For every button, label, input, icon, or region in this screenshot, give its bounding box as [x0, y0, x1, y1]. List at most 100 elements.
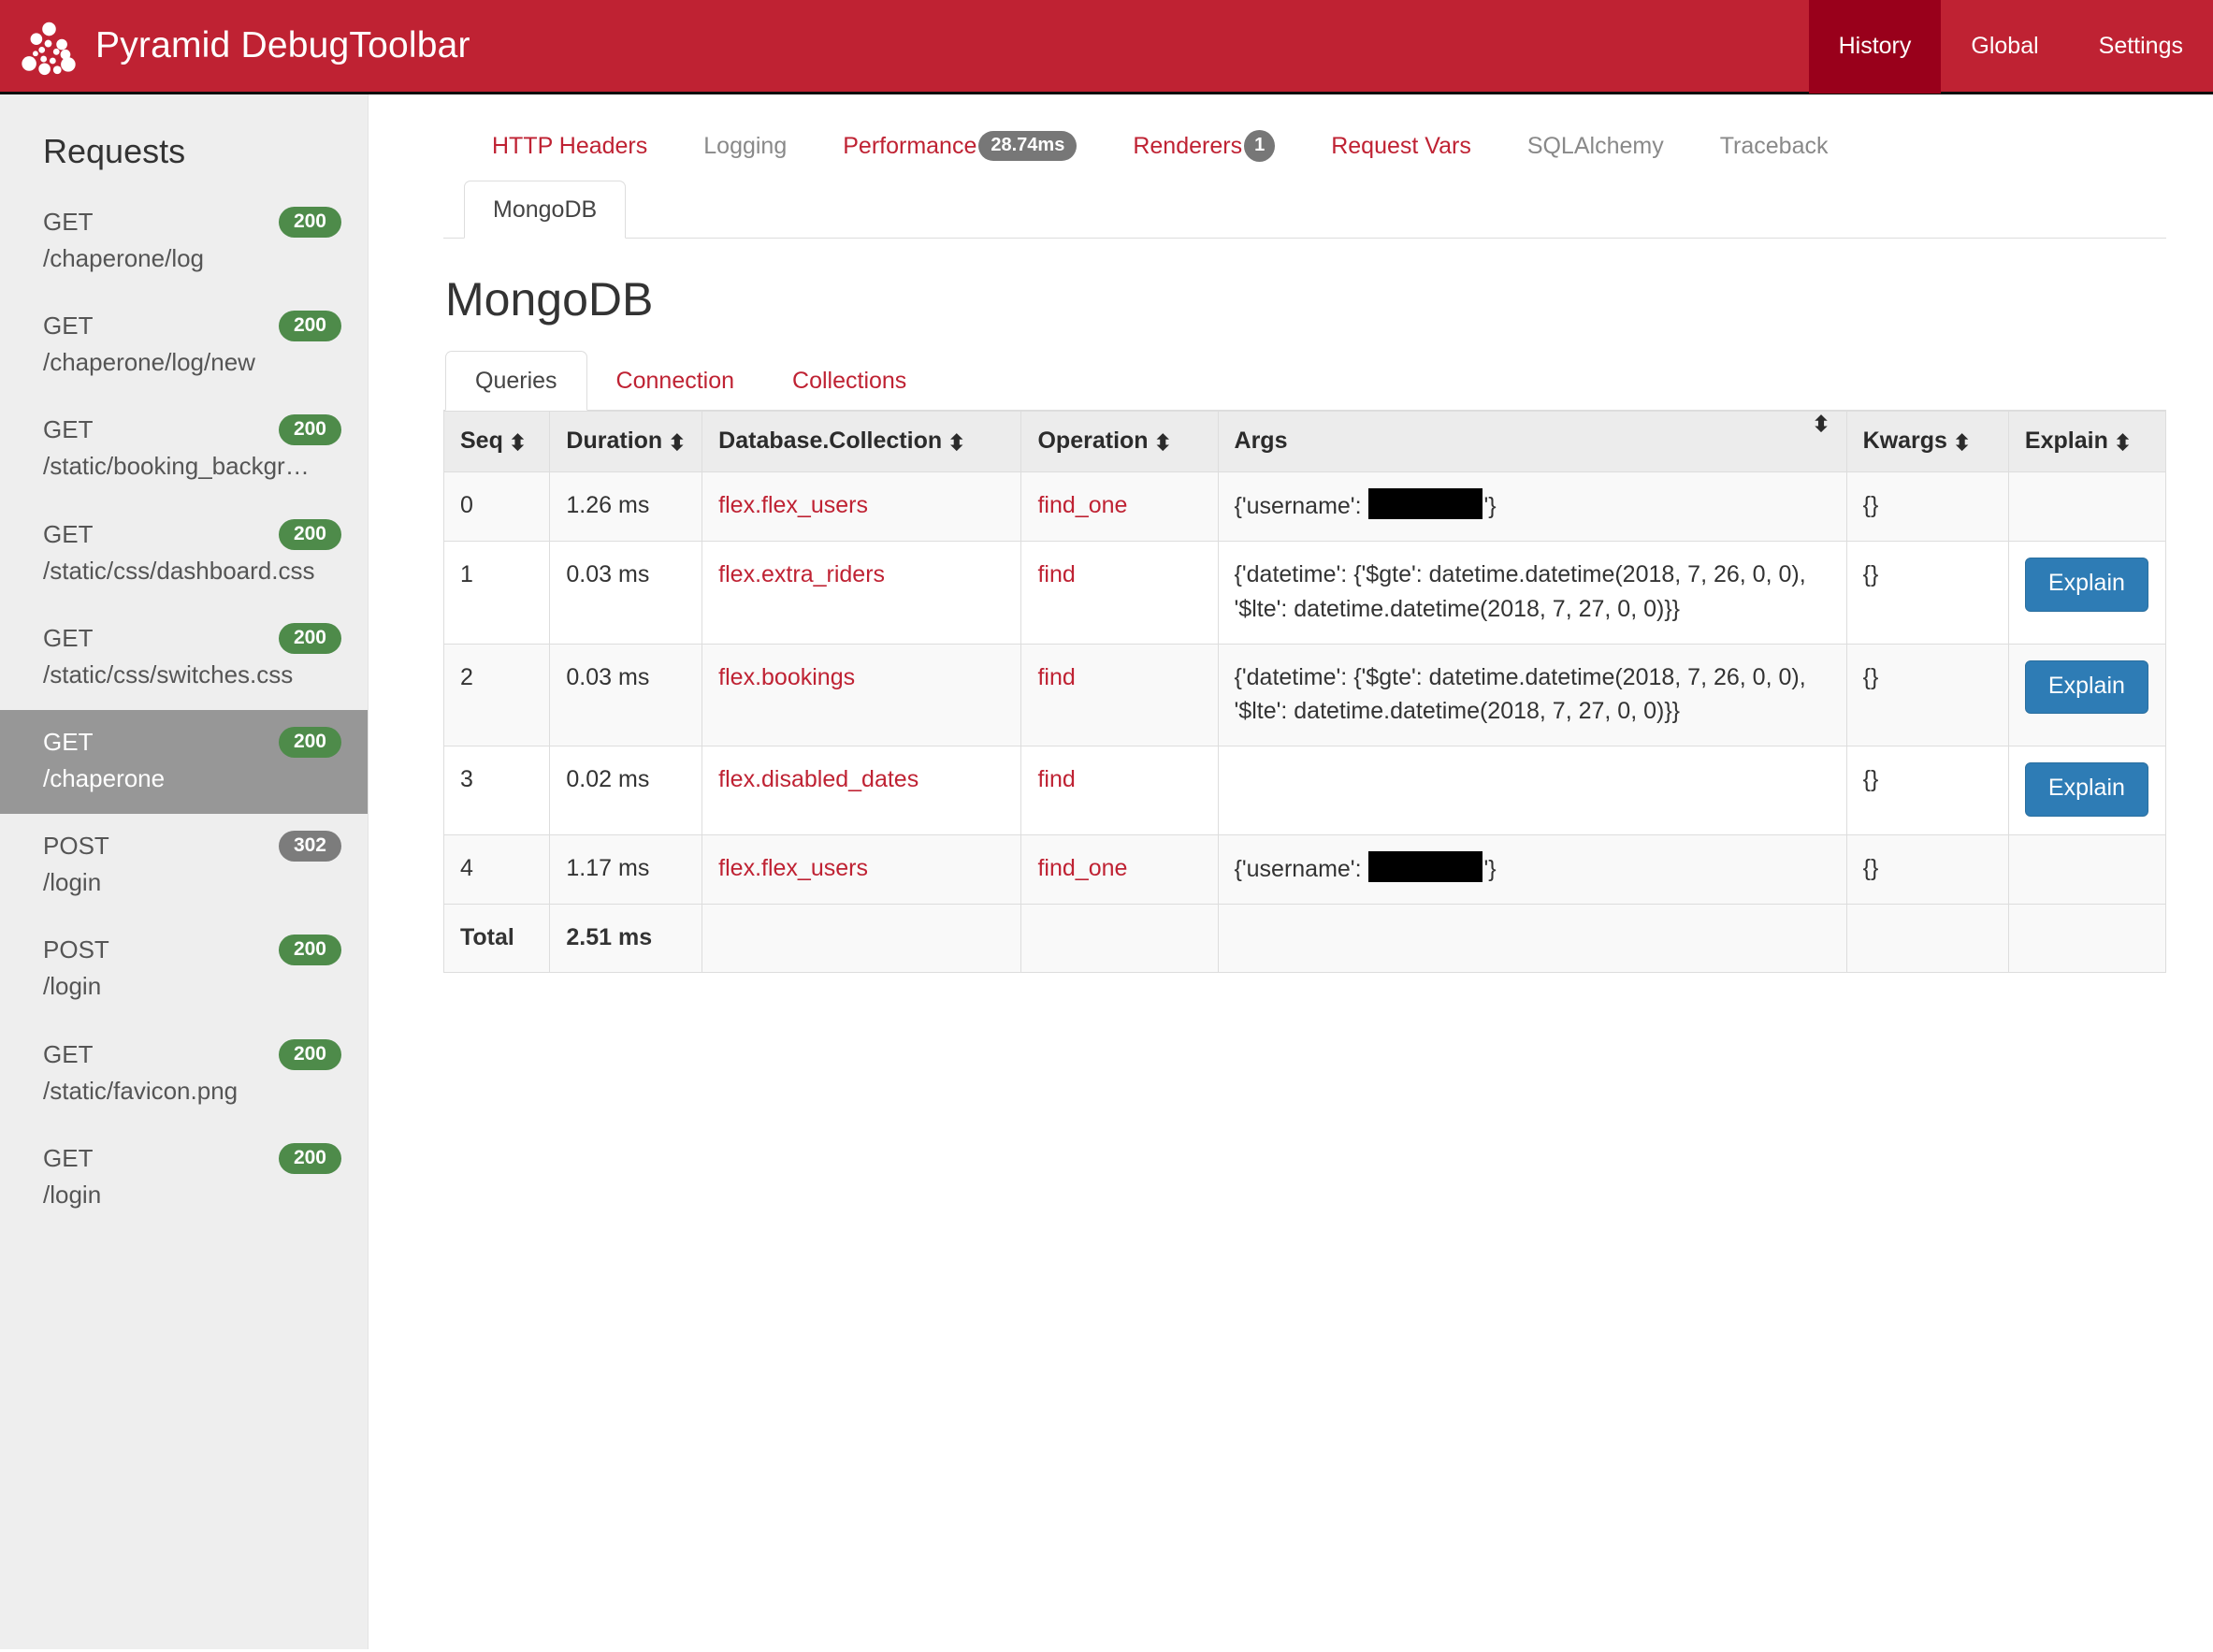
cell-args: {'username': '} — [1217, 833, 1847, 906]
cell-kwargs: {} — [1845, 541, 2009, 645]
sidebar-title: Requests — [43, 132, 186, 170]
request-method: GET — [43, 415, 94, 444]
table-row: 0 1.26 ms flex.flex_users find_one {'use… — [442, 471, 2167, 543]
requests-sidebar: Requests GET 200 /chaperone/log GET 200 … — [0, 94, 369, 1649]
request-path: /static/booking_backgr… — [43, 452, 310, 481]
cell-args — [1217, 746, 1847, 835]
cell-seq: 2 — [442, 643, 551, 747]
request-item-6[interactable]: POST 302 /login — [0, 814, 368, 918]
request-path: /static/css/dashboard.css — [43, 556, 315, 585]
args-prefix: {'username': — [1234, 855, 1368, 882]
nav-history[interactable]: History — [1808, 0, 1942, 94]
cell-duration: 1.26 ms — [549, 471, 703, 543]
tab-collections[interactable]: Collections — [763, 352, 935, 410]
queries-table: Seq ⬍ Duration ⬍ Database.Collection ⬍ Oper… — [442, 411, 2167, 974]
status-badge: 200 — [278, 414, 341, 446]
request-item-2[interactable]: GET 200 /static/booking_backgr… — [0, 398, 368, 501]
cell-kwargs: {} — [1845, 471, 2009, 543]
explain-button[interactable]: Explain — [2024, 659, 2148, 715]
collection-link[interactable]: flex.extra_riders — [718, 561, 885, 587]
tab-connection[interactable]: Connection — [587, 352, 763, 410]
sort-icon[interactable]: ⬍ — [1953, 432, 1971, 454]
cell-explain: Explain — [2007, 541, 2167, 645]
cell-total-label: Total — [442, 903, 551, 974]
tab-performance[interactable]: Performance 28.74ms — [815, 120, 1105, 172]
status-badge: 200 — [278, 1038, 341, 1070]
tab-mongodb[interactable]: MongoDB — [464, 181, 627, 239]
col-header-explain[interactable]: Explain ⬍ — [2007, 411, 2167, 472]
tab-sqlalchemy[interactable]: SQLAlchemy — [1499, 122, 1692, 171]
cell-collection: flex.flex_users — [702, 471, 1022, 543]
cell-collection: flex.extra_riders — [702, 541, 1022, 645]
request-method: GET — [43, 1143, 94, 1172]
collection-link[interactable]: flex.disabled_dates — [718, 766, 918, 792]
explain-button[interactable]: Explain — [2024, 762, 2148, 817]
request-item-5-selected[interactable]: GET 200 /chaperone — [0, 709, 368, 815]
operation-link[interactable]: find — [1037, 766, 1075, 792]
request-path: /chaperone/log/new — [43, 348, 255, 377]
col-header-kwargs[interactable]: Kwargs ⬍ — [1845, 411, 2009, 472]
tab-queries[interactable]: Queries — [445, 351, 587, 411]
tab-traceback[interactable]: Traceback — [1692, 122, 1857, 171]
redacted-value — [1368, 850, 1483, 882]
request-item-1[interactable]: GET 200 /chaperone/log/new — [0, 294, 368, 398]
tab-request-vars[interactable]: Request Vars — [1303, 122, 1499, 171]
col-header-duration[interactable]: Duration ⬍ — [549, 411, 703, 472]
cell-seq: 3 — [442, 746, 551, 835]
operation-link[interactable]: find — [1037, 664, 1075, 690]
cell-explain — [2007, 471, 2167, 543]
tab-renderers[interactable]: Renderers 1 — [1105, 119, 1303, 173]
col-label-args: Args — [1234, 427, 1288, 454]
request-item-3[interactable]: GET 200 /static/css/dashboard.css — [0, 502, 368, 606]
args-suffix: '} — [1483, 493, 1497, 519]
cell-total-operation — [1020, 903, 1219, 974]
sort-icon[interactable]: ⬍ — [1812, 413, 1830, 435]
request-path: /chaperone/log — [43, 244, 205, 273]
sort-icon[interactable]: ⬍ — [947, 432, 965, 454]
top-nav: History Global Settings — [1808, 0, 2213, 94]
operation-link[interactable]: find — [1037, 561, 1075, 587]
operation-link[interactable]: find_one — [1037, 492, 1127, 518]
sort-icon[interactable]: ⬍ — [668, 432, 686, 454]
col-header-args[interactable]: Args ⬍ — [1217, 411, 1847, 472]
request-item-0[interactable]: GET 200 /chaperone/log — [0, 190, 368, 294]
col-header-seq[interactable]: Seq ⬍ — [442, 411, 551, 472]
cell-kwargs: {} — [1845, 643, 2009, 747]
request-item-7[interactable]: POST 200 /login — [0, 918, 368, 1022]
cell-total-kwargs — [1845, 903, 2009, 974]
col-label-seq: Seq — [460, 427, 503, 454]
queries-table-body: 0 1.26 ms flex.flex_users find_one {'use… — [442, 471, 2167, 974]
request-path: /static/css/switches.css — [43, 659, 294, 688]
request-method: GET — [43, 727, 94, 756]
sort-icon[interactable]: ⬍ — [2114, 432, 2132, 454]
collection-link[interactable]: flex.flex_users — [718, 492, 868, 518]
redacted-value — [1368, 488, 1483, 519]
col-header-operation[interactable]: Operation ⬍ — [1020, 411, 1219, 472]
page-body: Requests GET 200 /chaperone/log GET 200 … — [0, 94, 2213, 1649]
subtab-strip: MongoDB — [443, 181, 2166, 239]
table-header-row: Seq ⬍ Duration ⬍ Database.Collection ⬍ Oper… — [442, 411, 2167, 472]
operation-link[interactable]: find_one — [1037, 855, 1127, 881]
nav-settings[interactable]: Settings — [2069, 0, 2213, 94]
tab-renderers-label: Renderers — [1133, 132, 1243, 159]
collection-link[interactable]: flex.bookings — [718, 664, 855, 690]
status-badge: 200 — [278, 311, 341, 342]
request-item-9[interactable]: GET 200 /login — [0, 1126, 368, 1230]
explain-button[interactable]: Explain — [2024, 558, 2148, 612]
table-total-row: Total 2.51 ms — [442, 903, 2167, 974]
request-item-4[interactable]: GET 200 /static/css/switches.css — [0, 606, 368, 710]
request-item-8[interactable]: GET 200 /static/favicon.png — [0, 1022, 368, 1126]
col-label-explain: Explain — [2024, 427, 2108, 454]
col-header-collection[interactable]: Database.Collection ⬍ — [702, 411, 1022, 472]
collection-link[interactable]: flex.flex_users — [718, 855, 868, 881]
mongodb-inner-tabs: Queries Connection Collections — [443, 351, 2166, 411]
args-prefix: {'username': — [1234, 493, 1368, 519]
tab-logging[interactable]: Logging — [675, 122, 815, 171]
sort-icon[interactable]: ⬍ — [509, 432, 527, 454]
sort-icon[interactable]: ⬍ — [1154, 432, 1172, 454]
toolbar-panel-tabs: HTTP Headers Logging Performance 28.74ms … — [443, 119, 2166, 173]
nav-global[interactable]: Global — [1941, 0, 2068, 94]
tab-http-headers[interactable]: HTTP Headers — [464, 122, 675, 171]
table-row: 4 1.17 ms flex.flex_users find_one {'use… — [442, 833, 2167, 906]
request-method: GET — [43, 208, 94, 236]
